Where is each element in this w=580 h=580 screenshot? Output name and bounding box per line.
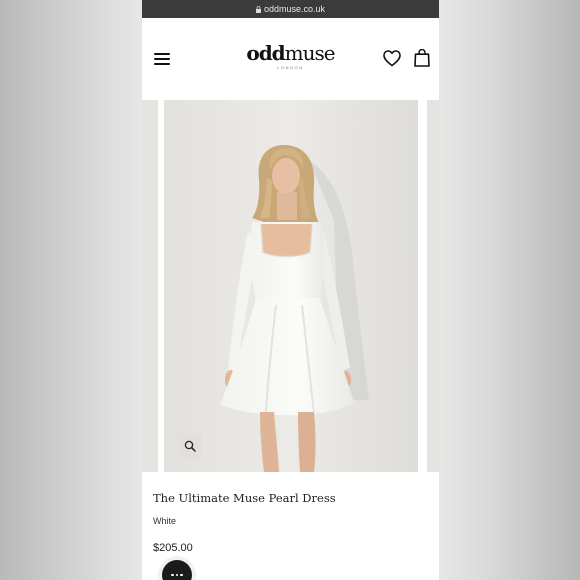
heart-icon[interactable] [383, 50, 401, 67]
chat-bubble-icon[interactable] [162, 560, 192, 580]
product-title: The Ultimate Muse Pearl Dress [153, 491, 336, 505]
url-text: oddmuse.co.uk [263, 4, 326, 14]
logo-bold-text: odd [246, 41, 285, 65]
product-color[interactable]: White [153, 516, 176, 526]
phone-screen: oddmuse.co.uk oddmuse LONDON The Ultimat… [142, 0, 439, 580]
product-price: $205.00 [153, 542, 193, 554]
search-icon[interactable] [178, 434, 202, 458]
url-bar[interactable]: oddmuse.co.uk [142, 0, 439, 18]
product-image[interactable] [164, 100, 418, 472]
site-header: oddmuse LONDON [142, 18, 439, 100]
next-image-peek[interactable] [427, 100, 439, 472]
lock-icon [255, 6, 261, 13]
previous-image-peek[interactable] [142, 100, 158, 472]
shopping-bag-icon[interactable] [414, 48, 430, 67]
logo-light-text: muse [284, 41, 336, 65]
product-image-carousel[interactable] [142, 100, 439, 472]
